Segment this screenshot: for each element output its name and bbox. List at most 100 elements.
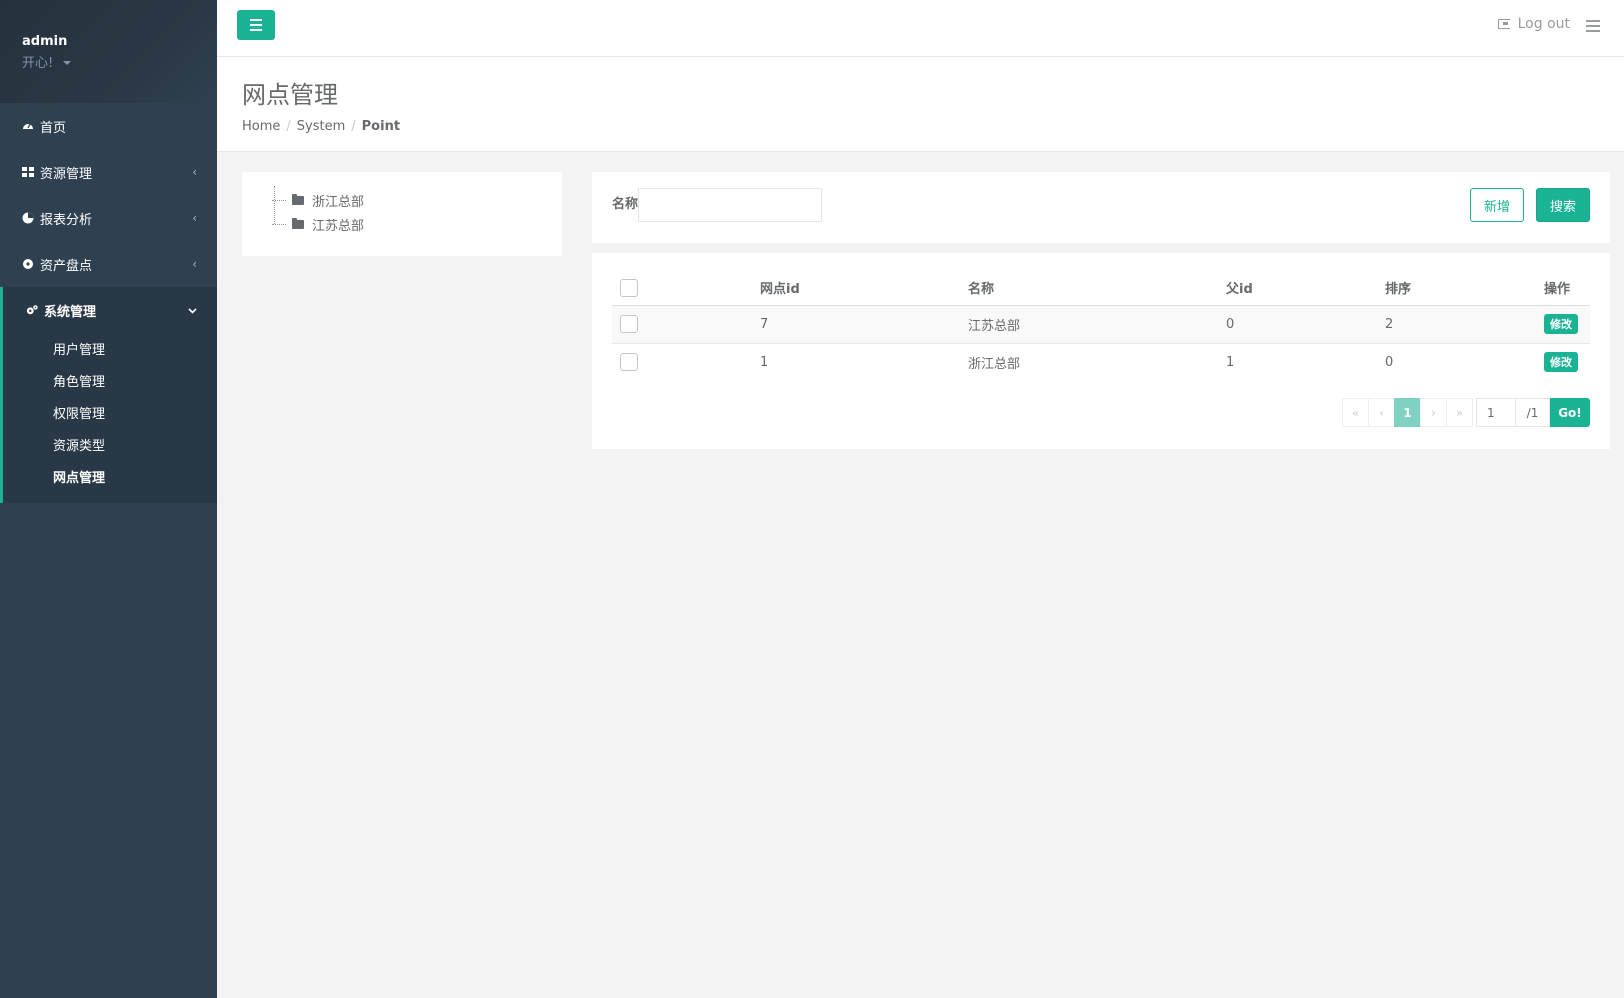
- gear-icon: [22, 258, 34, 270]
- logout-link[interactable]: Log out: [1497, 16, 1570, 32]
- table-panel: 网点id 名称 父id 排序 操作 7 江苏总部 0 2 修改 1 浙江总部 1: [592, 253, 1610, 449]
- tree-panel: 浙江总部 江苏总部: [242, 172, 562, 256]
- profile-status-dropdown[interactable]: 开心!: [22, 52, 195, 71]
- page-button-current[interactable]: 1: [1394, 398, 1421, 427]
- chevron-left-icon: ‹: [192, 211, 197, 225]
- menu-toggle-button[interactable]: [237, 10, 275, 40]
- sidebar-item-label: 资源管理: [40, 166, 93, 182]
- sidebar-subitem-points[interactable]: 网点管理: [3, 463, 217, 495]
- chevron-left-icon: ‹: [192, 165, 197, 179]
- profile-header: admin 开心!: [0, 0, 217, 103]
- sidebar-subitem-resource-types[interactable]: 资源类型: [3, 431, 217, 463]
- gears-icon: [26, 304, 38, 316]
- sidebar-section-system: 系统管理 用户管理 角色管理 权限管理 资源类型 网点管理: [0, 287, 217, 503]
- search-name-input[interactable]: [638, 188, 822, 222]
- chevron-down-icon: [188, 303, 197, 317]
- cell-id: 1: [760, 354, 769, 370]
- cell-order: 0: [1385, 354, 1394, 370]
- cell-action: 修改: [1536, 305, 1590, 344]
- tree-node-label: 江苏总部: [312, 218, 365, 234]
- tasks-icon-line: [1586, 30, 1600, 32]
- cell-id: 7: [752, 305, 960, 344]
- sidebar-subitem-users[interactable]: 用户管理: [3, 335, 217, 367]
- chevron-left-icon: ‹: [192, 257, 197, 271]
- tasks-icon-line: [1586, 25, 1600, 27]
- edit-button[interactable]: 修改: [1544, 352, 1578, 373]
- hamburger-icon-line: [250, 24, 262, 26]
- profile-status-text: 开心!: [22, 56, 54, 71]
- sidebar-item-label: 资产盘点: [40, 258, 93, 274]
- prev-page-button[interactable]: ‹: [1368, 398, 1395, 427]
- last-page-button[interactable]: »: [1446, 398, 1473, 427]
- tree-node[interactable]: 江苏总部: [272, 212, 532, 236]
- folder-icon: [292, 193, 304, 205]
- table-row[interactable]: 7 江苏总部 0 2 修改: [612, 305, 1590, 344]
- search-button[interactable]: 搜索: [1536, 188, 1590, 222]
- select-all-header: [612, 271, 752, 306]
- table-header-row: 网点id 名称 父id 排序 操作: [612, 271, 1590, 306]
- breadcrumb-system[interactable]: System: [297, 119, 345, 134]
- grid-icon: [22, 166, 34, 178]
- cell-name: 江苏总部: [960, 305, 1218, 344]
- sidebar-item-label: 报表分析: [40, 212, 93, 228]
- column-header[interactable]: 名称: [960, 271, 1218, 306]
- select-all-checkbox[interactable]: [620, 278, 638, 297]
- tree-connector-line: [274, 186, 275, 224]
- row-select-cell: [612, 305, 752, 344]
- page-number-input[interactable]: [1476, 398, 1516, 427]
- search-label: 名称: [612, 197, 639, 212]
- hamburger-icon-line: [250, 19, 262, 21]
- first-page-button[interactable]: «: [1342, 398, 1369, 427]
- caret-down-icon: [63, 60, 72, 65]
- row-select-cell: [612, 343, 752, 381]
- column-header[interactable]: 排序: [1377, 271, 1536, 306]
- tree-node-label: 浙江总部: [312, 194, 365, 210]
- sidebar-item-label: 首页: [40, 120, 67, 136]
- column-header: 操作: [1536, 271, 1590, 306]
- hamburger-icon-line: [250, 29, 262, 31]
- points-table: 网点id 名称 父id 排序 操作 7 江苏总部 0 2 修改 1 浙江总部 1: [612, 271, 1590, 381]
- breadcrumb-home[interactable]: Home: [242, 119, 280, 134]
- topbar: Log out: [217, 0, 1624, 57]
- profile-name[interactable]: admin: [22, 34, 195, 49]
- cell-parent-id: 0: [1218, 305, 1377, 344]
- tree-node[interactable]: 浙江总部: [272, 188, 532, 212]
- sidebar-item-resources[interactable]: 资源管理 ‹: [0, 149, 217, 195]
- sidebar-item-label: 系统管理: [44, 304, 97, 320]
- row-checkbox[interactable]: [620, 315, 638, 333]
- sidebar-subitem-roles[interactable]: 角色管理: [3, 367, 217, 399]
- cell-parent-id: 1: [1226, 354, 1235, 370]
- column-header[interactable]: 父id: [1218, 271, 1377, 306]
- page-title: 网点管理: [242, 81, 338, 109]
- sign-out-icon: [1497, 19, 1510, 29]
- go-button[interactable]: Go!: [1550, 398, 1590, 427]
- cell-action: 修改: [1536, 343, 1590, 381]
- dashboard-icon: [22, 120, 34, 132]
- breadcrumb-separator: /: [351, 119, 356, 134]
- sidebar-item-home[interactable]: 首页: [0, 103, 217, 149]
- row-checkbox[interactable]: [620, 353, 638, 372]
- edit-button[interactable]: 修改: [1544, 314, 1578, 334]
- sidebar-item-reports[interactable]: 报表分析 ‹: [0, 195, 217, 241]
- column-header[interactable]: 网点id: [752, 271, 960, 306]
- breadcrumb: Home / System / Point: [242, 119, 1599, 134]
- table-row[interactable]: 1 浙江总部 1 0 修改: [612, 343, 1590, 381]
- page-heading: 网点管理 Home / System / Point: [217, 57, 1624, 152]
- cell-name: 浙江总部: [968, 356, 1021, 372]
- pie-chart-icon: [22, 212, 34, 224]
- breadcrumb-separator: /: [286, 119, 291, 134]
- search-panel: 名称 新增 搜索: [592, 172, 1610, 243]
- sidebar-item-system[interactable]: 系统管理: [3, 287, 217, 333]
- logout-label: Log out: [1517, 16, 1570, 32]
- breadcrumb-current: Point: [361, 119, 401, 134]
- sidebar-subitem-permissions[interactable]: 权限管理: [3, 399, 217, 431]
- next-page-button[interactable]: ›: [1420, 398, 1447, 427]
- cell-order: 2: [1377, 305, 1536, 344]
- add-button[interactable]: 新增: [1470, 188, 1524, 222]
- page-total: /1: [1516, 398, 1550, 427]
- tasks-icon[interactable]: [1586, 20, 1600, 32]
- pagination: « ‹ 1 › » /1 Go!: [1342, 398, 1590, 427]
- folder-icon: [292, 217, 304, 229]
- sidebar-item-inventory[interactable]: 资产盘点 ‹: [0, 241, 217, 287]
- tasks-icon-line: [1586, 20, 1600, 22]
